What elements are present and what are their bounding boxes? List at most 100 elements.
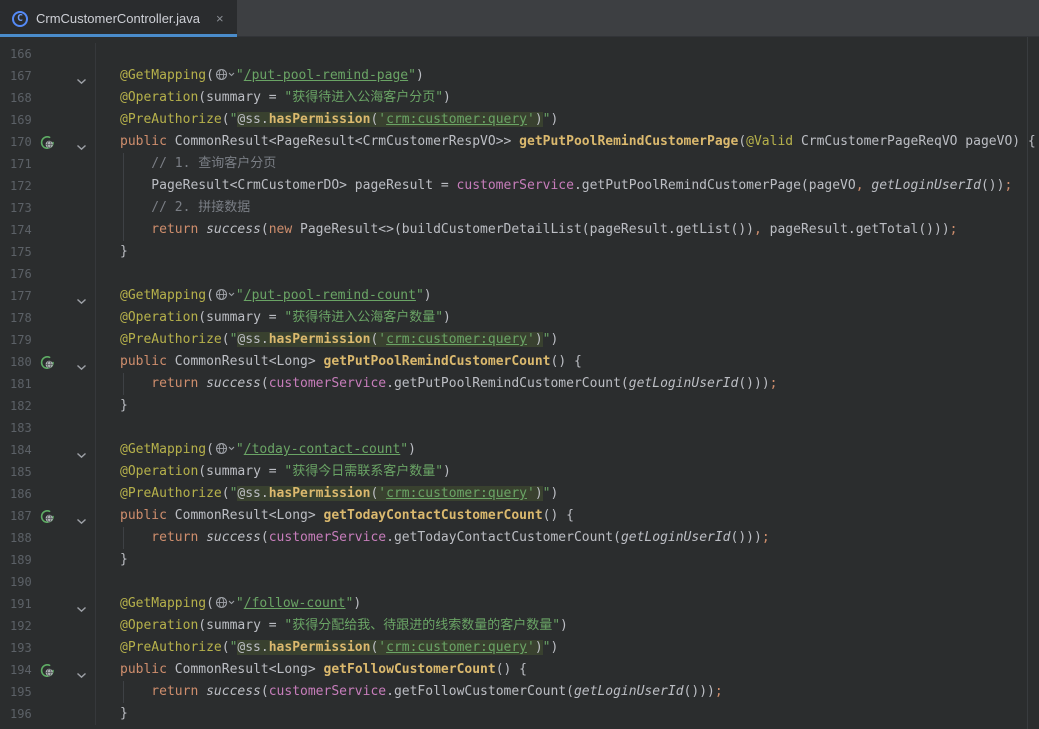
code-line[interactable]: 175} — [0, 241, 1039, 263]
code-line[interactable]: 179@PreAuthorize("@ss.hasPermission('crm… — [0, 329, 1039, 351]
line-number[interactable]: 175 — [10, 241, 38, 263]
endpoint-globe-icon[interactable] — [215, 596, 235, 609]
http-request-run-icon[interactable] — [40, 663, 55, 678]
code-line[interactable]: 171 // 1. 查询客户分页 — [0, 153, 1039, 175]
line-number[interactable]: 184 — [10, 439, 38, 461]
http-request-run-icon[interactable] — [40, 135, 55, 150]
code-line[interactable]: 167@GetMapping("/put-pool-remind-page") — [0, 65, 1039, 87]
code-line[interactable]: 178@Operation(summary = "获得待进入公海客户数量") — [0, 307, 1039, 329]
chevron-down-icon[interactable] — [76, 518, 87, 525]
code-editor[interactable]: 166167@GetMapping("/put-pool-remind-page… — [0, 37, 1039, 729]
code-line[interactable]: 196} — [0, 703, 1039, 725]
line-number[interactable]: 172 — [10, 175, 38, 197]
gutter[interactable]: 166 — [0, 43, 96, 65]
line-number[interactable]: 194 — [10, 659, 38, 681]
line-number[interactable]: 177 — [10, 285, 38, 307]
code-line[interactable]: 176 — [0, 263, 1039, 285]
code-line[interactable]: 183 — [0, 417, 1039, 439]
code-line[interactable]: 186@PreAuthorize("@ss.hasPermission('crm… — [0, 483, 1039, 505]
gutter[interactable]: 176 — [0, 263, 96, 285]
gutter[interactable]: 178 — [0, 307, 96, 329]
code-line[interactable]: 170public CommonResult<PageResult<CrmCus… — [0, 131, 1039, 153]
line-number[interactable]: 189 — [10, 549, 38, 571]
gutter[interactable]: 191 — [0, 593, 96, 615]
gutter[interactable]: 193 — [0, 637, 96, 659]
chevron-down-icon[interactable] — [76, 452, 87, 459]
code-line[interactable]: 177@GetMapping("/put-pool-remind-count") — [0, 285, 1039, 307]
gutter[interactable]: 196 — [0, 703, 96, 725]
gutter[interactable]: 174 — [0, 219, 96, 241]
line-number[interactable]: 169 — [10, 109, 38, 131]
code-line[interactable]: 172 PageResult<CrmCustomerDO> pageResult… — [0, 175, 1039, 197]
gutter[interactable]: 185 — [0, 461, 96, 483]
line-number[interactable]: 181 — [10, 373, 38, 395]
line-number[interactable]: 170 — [10, 131, 38, 153]
line-number[interactable]: 195 — [10, 681, 38, 703]
code-line[interactable]: 174 return success(new PageResult<>(buil… — [0, 219, 1039, 241]
endpoint-globe-icon[interactable] — [215, 68, 235, 81]
endpoint-globe-icon[interactable] — [215, 288, 235, 301]
code-line[interactable]: 187public CommonResult<Long> getTodayCon… — [0, 505, 1039, 527]
line-number[interactable]: 186 — [10, 483, 38, 505]
line-number[interactable]: 173 — [10, 197, 38, 219]
code-line[interactable]: 188 return success(customerService.getTo… — [0, 527, 1039, 549]
gutter[interactable]: 170 — [0, 131, 96, 153]
line-number[interactable]: 168 — [10, 87, 38, 109]
gutter[interactable]: 169 — [0, 109, 96, 131]
code-line[interactable]: 190 — [0, 571, 1039, 593]
line-number[interactable]: 182 — [10, 395, 38, 417]
tab-crmcustomercontroller[interactable]: C CrmCustomerController.java × — [0, 0, 237, 37]
gutter[interactable]: 195 — [0, 681, 96, 703]
close-icon[interactable]: × — [214, 11, 226, 26]
gutter[interactable]: 181 — [0, 373, 96, 395]
gutter[interactable]: 186 — [0, 483, 96, 505]
line-number[interactable]: 174 — [10, 219, 38, 241]
gutter[interactable]: 184 — [0, 439, 96, 461]
chevron-down-icon[interactable] — [76, 298, 87, 305]
line-number[interactable]: 185 — [10, 461, 38, 483]
line-number[interactable]: 187 — [10, 505, 38, 527]
http-request-run-icon[interactable] — [40, 355, 55, 370]
chevron-down-icon[interactable] — [76, 364, 87, 371]
line-number[interactable]: 167 — [10, 65, 38, 87]
gutter[interactable]: 192 — [0, 615, 96, 637]
gutter[interactable]: 175 — [0, 241, 96, 263]
code-line[interactable]: 194public CommonResult<Long> getFollowCu… — [0, 659, 1039, 681]
chevron-down-icon[interactable] — [76, 144, 87, 151]
line-number[interactable]: 188 — [10, 527, 38, 549]
chevron-down-icon[interactable] — [76, 672, 87, 679]
line-number[interactable]: 183 — [10, 417, 38, 439]
code-line[interactable]: 192@Operation(summary = "获得分配给我、待跟进的线索数量… — [0, 615, 1039, 637]
line-number[interactable]: 176 — [10, 263, 38, 285]
chevron-down-icon[interactable] — [76, 78, 87, 85]
http-request-run-icon[interactable] — [40, 509, 55, 524]
line-number[interactable]: 190 — [10, 571, 38, 593]
line-number[interactable]: 193 — [10, 637, 38, 659]
code-line[interactable]: 193@PreAuthorize("@ss.hasPermission('crm… — [0, 637, 1039, 659]
code-line[interactable]: 168@Operation(summary = "获得待进入公海客户分页") — [0, 87, 1039, 109]
gutter[interactable]: 182 — [0, 395, 96, 417]
gutter[interactable]: 173 — [0, 197, 96, 219]
gutter[interactable]: 190 — [0, 571, 96, 593]
chevron-down-icon[interactable] — [76, 606, 87, 613]
gutter[interactable]: 172 — [0, 175, 96, 197]
line-number[interactable]: 192 — [10, 615, 38, 637]
gutter[interactable]: 188 — [0, 527, 96, 549]
endpoint-globe-icon[interactable] — [215, 442, 235, 455]
code-line[interactable]: 169@PreAuthorize("@ss.hasPermission('crm… — [0, 109, 1039, 131]
code-line[interactable]: 191@GetMapping("/follow-count") — [0, 593, 1039, 615]
gutter[interactable]: 183 — [0, 417, 96, 439]
gutter[interactable]: 177 — [0, 285, 96, 307]
gutter[interactable]: 194 — [0, 659, 96, 681]
code-line[interactable]: 185@Operation(summary = "获得今日需联系客户数量") — [0, 461, 1039, 483]
gutter[interactable]: 180 — [0, 351, 96, 373]
line-number[interactable]: 196 — [10, 703, 38, 725]
gutter[interactable]: 168 — [0, 87, 96, 109]
gutter[interactable]: 167 — [0, 65, 96, 87]
gutter[interactable]: 187 — [0, 505, 96, 527]
code-line[interactable]: 184@GetMapping("/today-contact-count") — [0, 439, 1039, 461]
code-line[interactable]: 166 — [0, 43, 1039, 65]
line-number[interactable]: 166 — [10, 43, 38, 65]
gutter[interactable]: 179 — [0, 329, 96, 351]
code-line[interactable]: 181 return success(customerService.getPu… — [0, 373, 1039, 395]
